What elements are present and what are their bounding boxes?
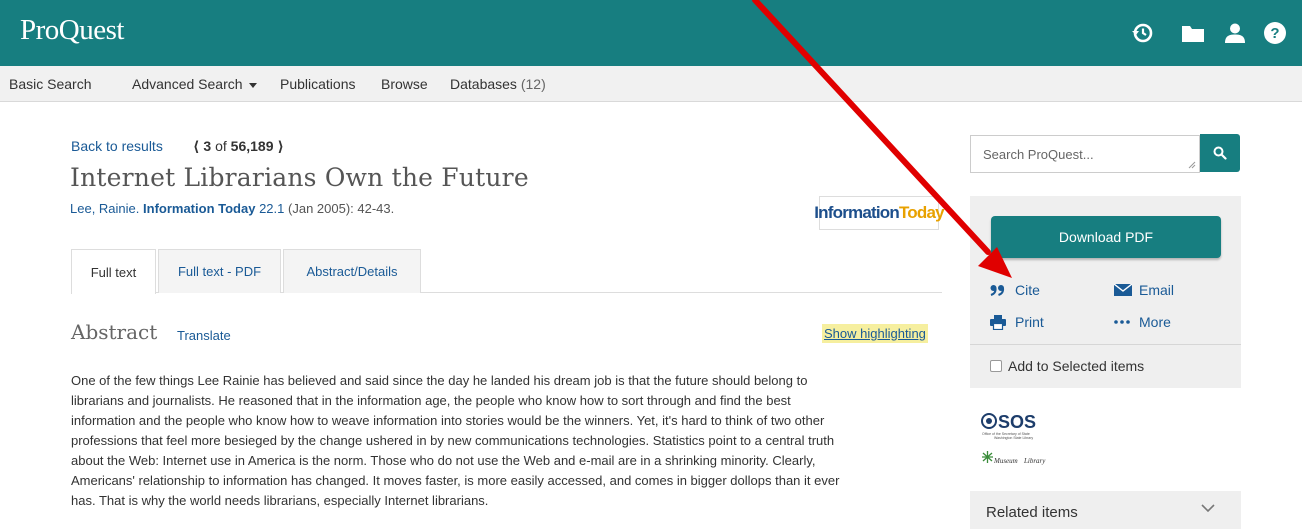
abstract-text: One of the few things Lee Rainie has bel… <box>71 371 946 511</box>
document-tabs: Full text Full text - PDF Abstract/Detai… <box>71 249 942 294</box>
ellipsis-icon <box>1114 320 1132 324</box>
abstract-line: librarians and journalists. He reasoned … <box>71 393 791 408</box>
previous-result-icon[interactable]: ⟨ <box>193 138 199 154</box>
pager-current: 3 <box>203 138 212 154</box>
nav-browse[interactable]: Browse <box>381 76 428 92</box>
nav-advanced-search[interactable]: Advanced Search <box>132 76 257 92</box>
print-label: Print <box>1015 314 1044 330</box>
tab-abstract-details[interactable]: Abstract/Details <box>283 249 421 293</box>
header-icon-group: ? <box>1102 18 1302 48</box>
history-icon[interactable] <box>1128 18 1156 48</box>
main-nav: Basic Search Advanced Search Publication… <box>0 66 1302 102</box>
nav-databases-count: (12) <box>520 76 546 92</box>
nav-basic-search[interactable]: Basic Search <box>9 76 91 92</box>
date-pages: (Jan 2005): 42-43. <box>288 201 395 216</box>
more-button[interactable]: More <box>1114 314 1171 330</box>
cite-button[interactable]: Cite <box>990 282 1040 298</box>
nav-databases[interactable]: Databases (12) <box>450 76 546 92</box>
abstract-line: has. That is why the world needs librari… <box>71 493 489 508</box>
sponsor-logos: SOS Office of the Secretary of State Was… <box>980 408 1070 478</box>
svg-text:Museum: Museum <box>993 457 1018 465</box>
email-label: Email <box>1139 282 1175 298</box>
caret-down-icon <box>248 82 257 88</box>
tools-divider <box>970 344 1241 345</box>
tab-full-text-pdf[interactable]: Full text - PDF <box>158 249 281 293</box>
document-tools-panel: Download PDF Cite Email Print More Add t… <box>970 196 1241 388</box>
abstract-line: professions that feel more besieged by t… <box>71 433 835 448</box>
help-icon[interactable]: ? <box>1261 18 1289 48</box>
user-icon[interactable] <box>1221 18 1249 48</box>
result-pager: ⟨ 3 of 56,189 ⟩ <box>193 138 284 155</box>
nav-publications[interactable]: Publications <box>280 76 356 92</box>
related-items-panel[interactable]: Related items <box>970 491 1241 529</box>
search-icon <box>1213 146 1227 160</box>
print-button[interactable]: Print <box>990 314 1044 330</box>
publication-logo[interactable]: Information Today <box>814 196 945 230</box>
publication-link[interactable]: Information Today <box>143 201 255 216</box>
cite-label: Cite <box>1015 282 1040 298</box>
svg-text:SOS: SOS <box>998 412 1036 432</box>
show-highlighting-link[interactable]: Show highlighting <box>822 324 928 343</box>
svg-text:?: ? <box>1270 25 1279 42</box>
checkbox-icon[interactable] <box>990 360 1002 372</box>
add-to-selected-checkbox[interactable]: Add to Selected items <box>990 358 1144 374</box>
next-result-icon[interactable]: ⟩ <box>278 138 284 154</box>
tab-full-text[interactable]: Full text <box>71 249 156 294</box>
back-to-results-link[interactable]: Back to results <box>71 138 163 154</box>
abstract-line: Americans' relationship to information h… <box>71 473 840 488</box>
abstract-line: about the Web: Internet use in America i… <box>71 453 816 468</box>
search-input[interactable]: Search ProQuest... <box>970 135 1200 173</box>
pager-of: of <box>215 138 227 154</box>
abstract-line: information and the people who know how … <box>71 413 825 428</box>
author-link[interactable]: Lee, Rainie. <box>70 201 139 216</box>
publication-logo-part1: Information <box>814 203 900 222</box>
volume-link[interactable]: 22.1 <box>259 201 284 216</box>
printer-icon <box>990 314 1008 330</box>
translate-link[interactable]: Translate <box>177 328 231 343</box>
quote-icon <box>990 284 1008 296</box>
folder-icon[interactable] <box>1179 18 1207 48</box>
proquest-logo[interactable]: ProQuest <box>20 14 124 47</box>
document-title: Internet Librarians Own the Future <box>70 163 529 192</box>
pager-total: 56,189 <box>230 138 274 154</box>
download-pdf-button[interactable]: Download PDF <box>991 216 1221 258</box>
sos-logo: SOS Office of the Secretary of State Was… <box>981 412 1046 465</box>
more-label: More <box>1139 314 1171 330</box>
chevron-down-icon[interactable] <box>1201 504 1215 513</box>
svg-text:Washington State Library: Washington State Library <box>994 436 1033 440</box>
svg-text:Library: Library <box>1023 457 1046 465</box>
abstract-heading: Abstract <box>71 320 158 344</box>
email-button[interactable]: Email <box>1114 282 1174 298</box>
abstract-line: One of the few things Lee Rainie has bel… <box>71 373 808 388</box>
citation-line: Lee, Rainie. Information Today 22.1 (Jan… <box>70 201 394 216</box>
related-items-label: Related items <box>986 504 1078 521</box>
search-placeholder: Search ProQuest... <box>983 147 1094 162</box>
add-to-selected-label: Add to Selected items <box>1008 358 1145 374</box>
nav-databases-label: Databases <box>450 76 517 92</box>
resize-grip-icon[interactable] <box>1188 161 1196 169</box>
publication-logo-part2: Today <box>898 203 945 222</box>
search-button[interactable] <box>1200 134 1240 172</box>
nav-advanced-search-label: Advanced Search <box>132 76 243 92</box>
top-header-bar: ProQuest ? <box>0 0 1302 66</box>
envelope-icon <box>1114 284 1132 296</box>
